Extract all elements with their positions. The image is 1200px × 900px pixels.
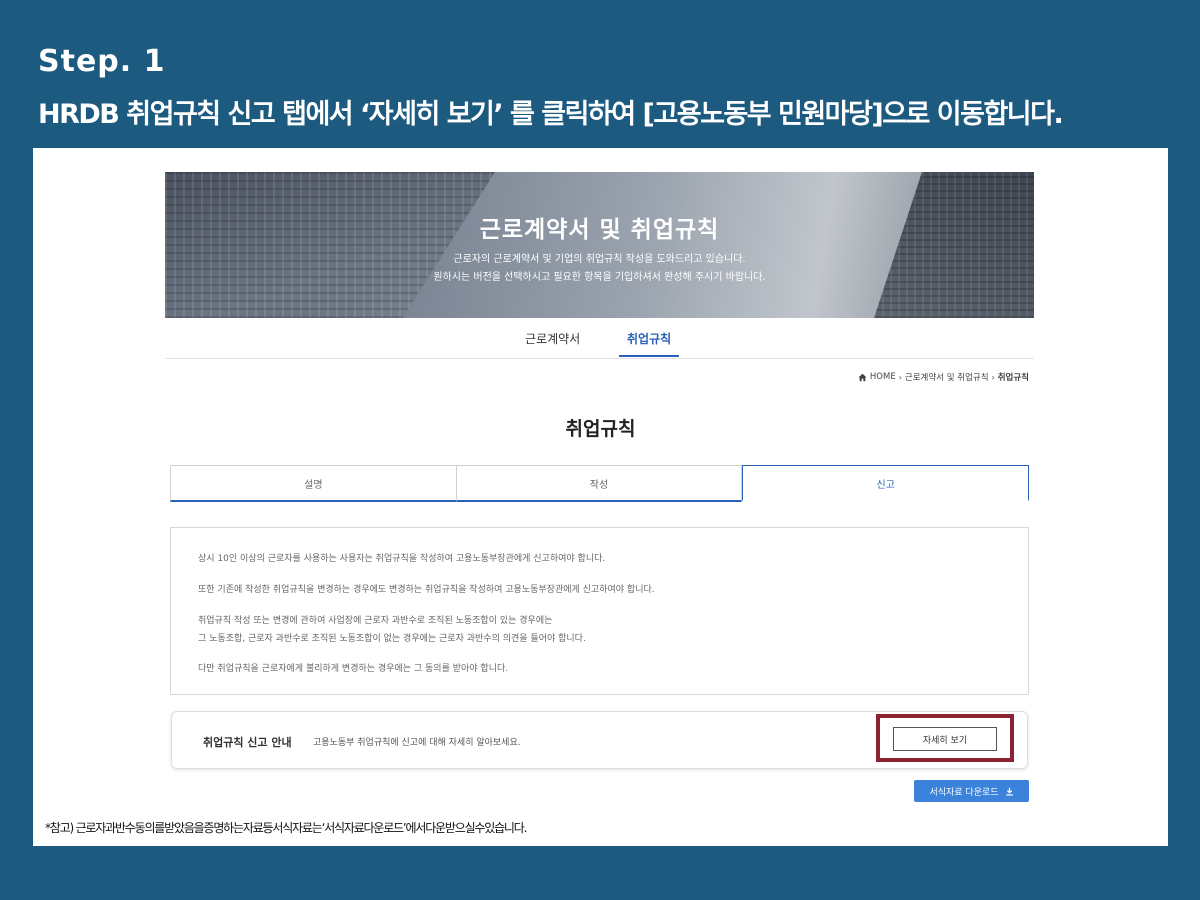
footnote: *참고) 근로자과반수동의를받았음을증명하는자료등서식자료는‘서식자료다운로드’… xyxy=(45,821,527,835)
banner-building-image-right xyxy=(874,172,1034,318)
chevron-right-icon: › xyxy=(898,372,902,382)
breadcrumb-current: 취업규칙 xyxy=(997,373,1029,383)
tab-write[interactable]: 작성 xyxy=(456,465,743,502)
download-icon xyxy=(1005,787,1013,796)
info-text-line: 그 노동조합, 근로자 과반수로 조직된 노동조합이 없는 경우에는 근로자 과… xyxy=(198,634,586,644)
sub-navigation: 근로계약서 취업규칙 xyxy=(165,318,1034,359)
info-text-line: 다만 취업규칙을 근로자에게 불리하게 변경하는 경우에는 그 동의를 받아야 … xyxy=(198,664,509,674)
banner-title: 근로계약서 및 취업규칙 xyxy=(479,217,720,243)
breadcrumb-home[interactable]: HOME xyxy=(870,372,896,382)
breadcrumb: HOME › 근로계약서 및 취업규칙 › 취업규칙 xyxy=(858,371,1029,383)
banner-building-image xyxy=(165,172,495,318)
subnav-active-indicator xyxy=(619,355,679,357)
guide-title: 취업규칙 신고 안내 xyxy=(203,736,292,749)
instruction-text: HRDB 취업규칙 신고 탭에서 ‘자세히 보기’ 를 클릭하여 [고용노동부 … xyxy=(38,99,1064,130)
screenshot-canvas: 근로계약서 및 취업규칙 근로자의 근로계약서 및 기업의 취업규칙 작성을 도… xyxy=(33,148,1168,846)
view-details-button[interactable]: 자세히 보기 xyxy=(893,727,997,751)
banner-description-line2: 원하시는 버전을 선택하시고 필요한 항목을 기입하셔서 완성해 주시기 바랍니… xyxy=(433,272,766,283)
hero-banner: 근로계약서 및 취업규칙 근로자의 근로계약서 및 기업의 취업규칙 작성을 도… xyxy=(165,172,1034,318)
subnav-tab-work-rules[interactable]: 취업규칙 xyxy=(627,330,671,347)
step-label: Step. 1 xyxy=(38,44,166,79)
info-box: 상시 10인 이상의 근로자를 사용하는 사용자는 취업규칙을 작성하여 고용노… xyxy=(170,527,1029,695)
info-text-line: 또한 기존에 작성한 취업규칙을 변경하는 경우에도 변경하는 취업규칙을 작성… xyxy=(198,585,655,595)
banner-description-line1: 근로자의 근로계약서 및 기업의 취업규칙 작성을 도와드리고 있습니다. xyxy=(453,254,746,265)
tab-report[interactable]: 신고 xyxy=(742,465,1030,501)
download-forms-button[interactable]: 서식자료 다운로드 xyxy=(914,780,1029,802)
breadcrumb-level1[interactable]: 근로계약서 및 취업규칙 xyxy=(905,371,989,383)
chevron-right-icon: › xyxy=(991,372,995,382)
info-text-line: 취업규칙 작성 또는 변경에 관하여 사업장에 근로자 과반수로 조직된 노동조… xyxy=(198,616,553,626)
page-title: 취업규칙 xyxy=(565,418,636,440)
home-icon[interactable] xyxy=(858,373,867,382)
subnav-tab-contract[interactable]: 근로계약서 xyxy=(525,330,580,347)
download-button-label: 서식자료 다운로드 xyxy=(929,787,999,798)
info-text-line: 상시 10인 이상의 근로자를 사용하는 사용자는 취업규칙을 작성하여 고용노… xyxy=(198,554,606,564)
content-tabs: 설명 작성 신고 xyxy=(170,465,1030,502)
guide-description: 고용노동부 취업규칙에 신고에 대해 자세히 알아보세요. xyxy=(313,738,521,748)
tab-description[interactable]: 설명 xyxy=(170,465,457,502)
